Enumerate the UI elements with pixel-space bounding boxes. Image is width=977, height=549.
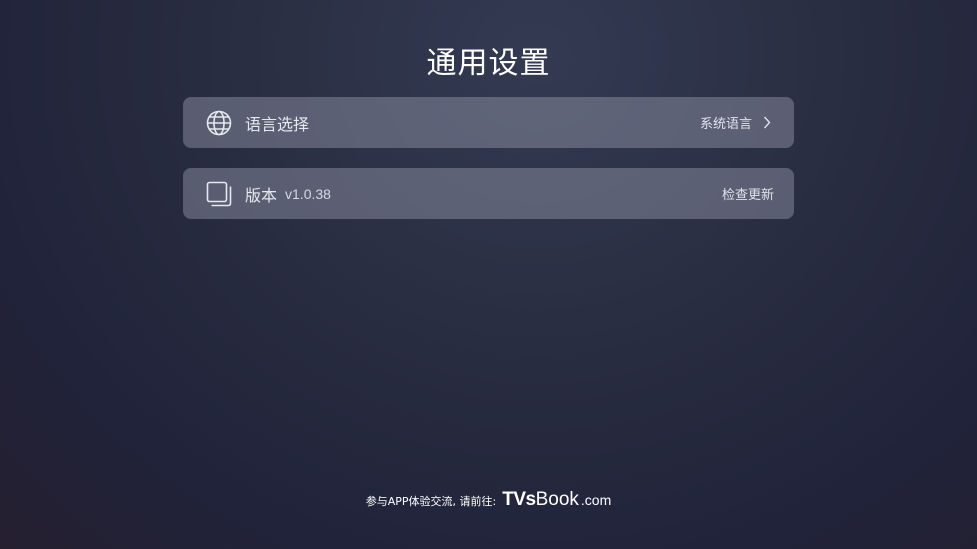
check-update-button[interactable]: 检查更新 — [722, 184, 774, 203]
brand-book: Book — [535, 489, 579, 510]
tvsbook-logo[interactable]: TVs Book .com — [502, 489, 611, 511]
footer: 参与APP体验交流, 请前往: TVs Book .com — [0, 489, 977, 511]
version-row[interactable]: 版本 v1.0.38 检查更新 — [183, 168, 794, 219]
chevron-right-icon — [760, 116, 774, 130]
globe-icon — [205, 109, 233, 137]
version-label: 版本 — [245, 185, 278, 205]
version-number: v1.0.38 — [285, 185, 331, 202]
language-select-row[interactable]: 语言选择 系统语言 — [183, 97, 794, 148]
language-select-label: 语言选择 — [245, 114, 310, 134]
layers-icon — [205, 180, 233, 208]
brand-tvs: TVs — [502, 489, 536, 510]
brand-domain: .com — [580, 492, 612, 508]
page-title: 通用设置 — [426, 46, 551, 81]
language-current-value: 系统语言 — [699, 117, 752, 132]
footer-text: 参与APP体验交流, 请前往: — [365, 495, 497, 508]
